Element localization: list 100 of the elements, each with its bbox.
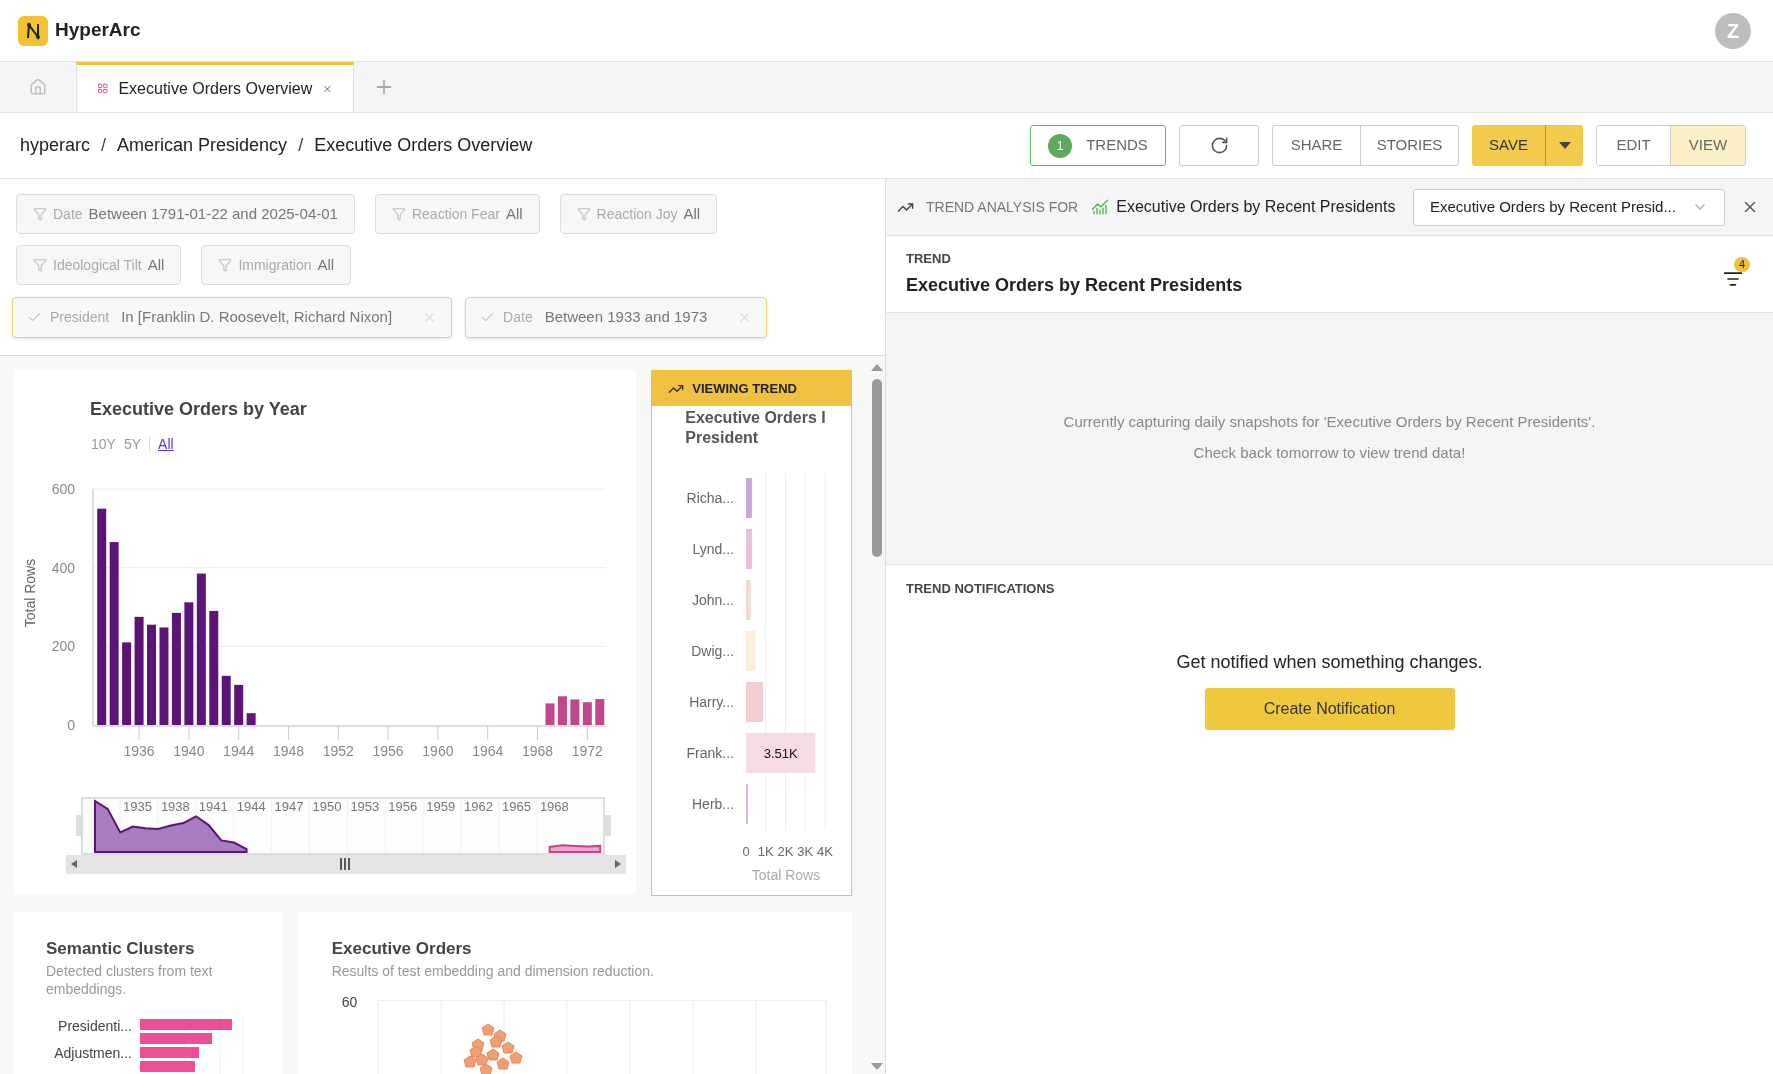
filter-field: Date <box>503 307 533 328</box>
scatter-point <box>481 1023 495 1035</box>
panel-heading: TREND ANALYSIS FOR <box>926 197 1079 217</box>
axis-label: 1956 <box>372 743 404 759</box>
card-subtitle: Results of test embedding and dimension reduction. <box>331 961 655 980</box>
chart-title: President <box>685 428 760 448</box>
axis-title: Total Rows <box>22 558 38 628</box>
range-option[interactable]: 5Y <box>123 434 142 455</box>
filter-value: All <box>505 203 523 224</box>
axis-label: Frank... <box>686 745 735 761</box>
scatter-point <box>479 1063 493 1074</box>
range-option[interactable]: 10Y <box>91 434 116 455</box>
axis-label: 600 <box>51 481 75 497</box>
axis-label: Richa... <box>686 490 735 506</box>
scatter-point <box>463 1055 477 1067</box>
create-notification-button[interactable]: Create Notification <box>1204 687 1455 730</box>
filter-field: Reaction Joy <box>596 203 678 225</box>
notify-message: Get notified when something changes. <box>1176 650 1483 674</box>
share-button[interactable]: SHARE <box>1273 126 1361 165</box>
axis-label: 1941 <box>198 799 228 814</box>
filter-chip[interactable]: Reaction Joy All <box>559 194 718 234</box>
axis-label: 3K <box>797 844 814 859</box>
mode-toggle[interactable]: VIEW <box>1671 126 1745 165</box>
filter-value: Between 1933 and 1973 <box>544 307 708 328</box>
empty-message: Currently capturing daily snapshots for 'Executive Orders by Recent Presidents'. <box>1063 412 1596 432</box>
card-title: Semantic Clusters <box>46 938 196 960</box>
axis-label: Lynd... <box>692 541 735 557</box>
scroll-down-icon[interactable] <box>871 1062 883 1072</box>
trends-button[interactable]: 1 TRENDS <box>1030 125 1166 166</box>
breadcrumb-separator: / <box>297 134 305 157</box>
filter-chip[interactable]: Ideological Tilt All <box>16 245 182 285</box>
app-name: HyperArc <box>55 18 141 43</box>
filter-chip[interactable]: Date Between 1791-01-22 and 2025-04-01 <box>16 194 355 234</box>
empty-message: Check back tomorrow to view trend data! <box>1193 442 1466 463</box>
breadcrumb-link[interactable]: Executive Orders Overview <box>314 132 533 159</box>
card-subtitle: Detected clusters from text embeddings. <box>46 961 214 998</box>
tab[interactable]: Executive Orders Overview <box>76 62 354 112</box>
filter-chip[interactable]: Immigration All <box>201 245 352 285</box>
scatter-point <box>486 1048 500 1060</box>
axis-label: 4K <box>817 844 834 859</box>
scatter-point <box>509 1051 523 1063</box>
card-title: Executive Orders <box>331 938 473 960</box>
filter-chip[interactable]: Reaction Fear All <box>374 194 540 234</box>
axis-label: 1968 <box>539 799 569 814</box>
home-icon <box>29 78 47 96</box>
filter-field: Date <box>53 203 83 225</box>
axis-label: 1956 <box>388 799 418 814</box>
filter-icon[interactable] <box>1723 269 1743 289</box>
filter-field: Immigration <box>238 254 312 276</box>
refresh-button[interactable] <box>1179 125 1259 166</box>
axis-label: 1940 <box>173 743 205 759</box>
axis-label: Harry... <box>689 694 735 710</box>
breadcrumb-link[interactable]: hyperarc <box>20 132 91 159</box>
section-label: TREND <box>906 249 952 268</box>
chart-icon <box>1091 198 1110 216</box>
scroll-up-icon[interactable] <box>871 363 883 373</box>
axis-label: Dwig... <box>691 643 735 659</box>
axis-label: 1959 <box>426 799 456 814</box>
filter-value: Between 1791-01-22 and 2025-04-01 <box>88 203 338 224</box>
trend-title: Executive Orders by Recent Presidents <box>906 274 1243 298</box>
chart-bar <box>140 1060 195 1072</box>
axis-label: 1960 <box>422 743 454 759</box>
filter-value: All <box>683 203 701 224</box>
axis-label: 1948 <box>272 743 305 759</box>
range-navigator-drawing[interactable] <box>66 797 626 875</box>
axis-label: 1964 <box>472 743 504 759</box>
axis-label: 1947 <box>274 799 304 814</box>
axis-label: John... <box>692 592 735 608</box>
filter-value: All <box>147 254 165 275</box>
filter-field: President <box>50 307 110 328</box>
mode-toggle[interactable]: EDIT <box>1597 126 1671 165</box>
scatter-point <box>501 1041 515 1053</box>
scatter-point <box>496 1057 510 1069</box>
count-badge: 1 <box>1048 133 1073 158</box>
axis-label: 0 <box>742 844 750 859</box>
axis-label: 1938 <box>160 799 190 814</box>
trend-subject: Executive Orders by Recent Presidents <box>1116 197 1396 217</box>
filter-count-badge: 4 <box>1734 257 1751 272</box>
axis-label: 1952 <box>322 743 354 759</box>
value-label: 3.51K <box>763 746 798 761</box>
range-option[interactable]: All <box>158 434 174 455</box>
breadcrumb-link[interactable]: American Presidency <box>117 132 288 159</box>
filter-icon <box>391 207 406 221</box>
axis-label: 1944 <box>236 799 266 814</box>
scrollbar-thumb[interactable] <box>872 379 882 557</box>
filter-chip[interactable]: Date Between 1933 and 1973 <box>465 297 768 338</box>
axis-label: 400 <box>51 559 75 576</box>
breadcrumb-separator: / <box>100 134 108 157</box>
refresh-icon <box>1209 136 1229 155</box>
stories-button[interactable]: STORIES <box>1361 126 1458 165</box>
trend-select[interactable]: Executive Orders by Recent Presid... <box>1413 188 1725 226</box>
scatter-point <box>469 1045 483 1057</box>
axis-label: 60 <box>340 992 359 1012</box>
scatter-point <box>475 1053 489 1065</box>
section-label: TREND NOTIFICATIONS <box>906 580 1056 598</box>
filter-field: Ideological Tilt <box>53 254 142 276</box>
chart-bar <box>140 1032 212 1044</box>
axis-label: 1944 <box>223 743 255 759</box>
filter-chip[interactable]: President In [Franklin D. Roosevelt, Richard Nixon] <box>12 297 453 338</box>
filter-value: In [Franklin D. Roosevelt, Richard Nixon] <box>121 307 393 328</box>
